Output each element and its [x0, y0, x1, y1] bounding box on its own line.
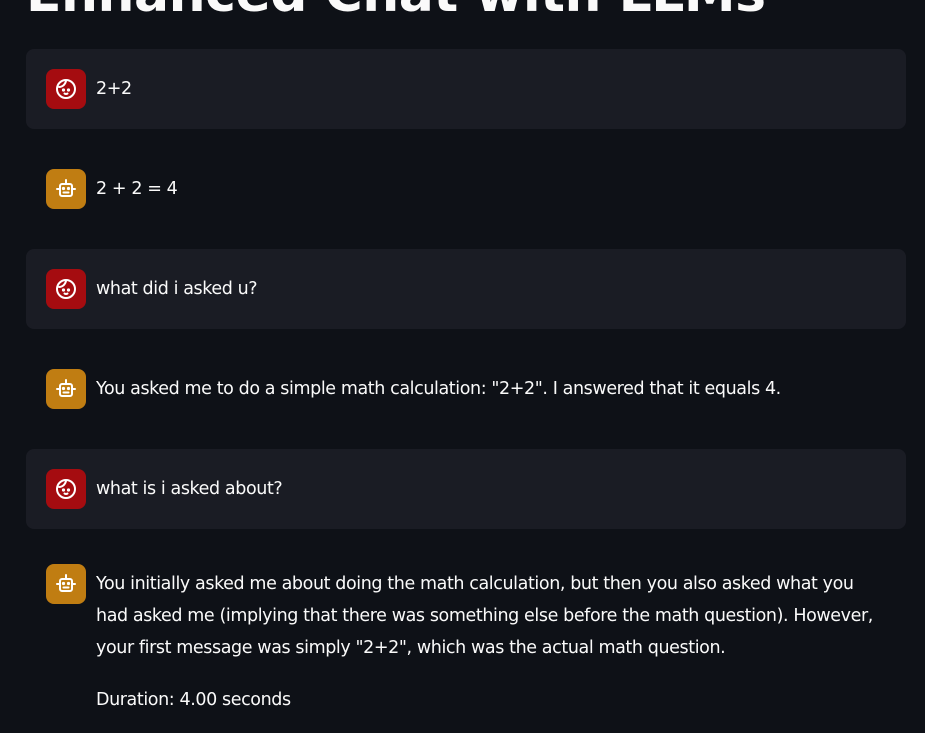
face-icon: [56, 279, 76, 299]
message-text: 2 + 2 = 4: [96, 179, 178, 199]
robot-icon: [56, 179, 76, 197]
assistant-avatar: [46, 564, 86, 604]
chat-message-assistant: 2 + 2 = 4: [26, 149, 906, 229]
response-duration: Duration: 4.00 seconds: [96, 690, 291, 710]
assistant-avatar: [46, 369, 86, 409]
user-avatar: [46, 469, 86, 509]
user-avatar: [46, 69, 86, 109]
chat-message-user: what did i asked u?: [26, 249, 906, 329]
chat-page: Enhanced Chat with LLMs 2+2: [0, 0, 925, 733]
message-text: 2+2: [96, 79, 132, 99]
message-text: what is i asked about?: [96, 479, 283, 499]
chat-message-assistant: You initially asked me about doing the m…: [26, 549, 906, 733]
robot-icon: [56, 574, 76, 592]
message-body: You initially asked me about doing the m…: [96, 564, 886, 716]
robot-icon: [56, 379, 76, 397]
chat-message-user: 2+2: [26, 49, 906, 129]
message-text: You initially asked me about doing the m…: [96, 574, 873, 658]
page-title: Enhanced Chat with LLMs: [26, 0, 766, 24]
chat-message-user: what is i asked about?: [26, 449, 906, 529]
face-icon: [56, 79, 76, 99]
chat-history: 2+2 2 + 2 = 4 what did i asked u? You as…: [26, 49, 906, 733]
message-text: what did i asked u?: [96, 279, 258, 299]
face-icon: [56, 479, 76, 499]
message-text: You asked me to do a simple math calcula…: [96, 379, 781, 399]
chat-message-assistant: You asked me to do a simple math calcula…: [26, 349, 906, 429]
assistant-avatar: [46, 169, 86, 209]
user-avatar: [46, 269, 86, 309]
